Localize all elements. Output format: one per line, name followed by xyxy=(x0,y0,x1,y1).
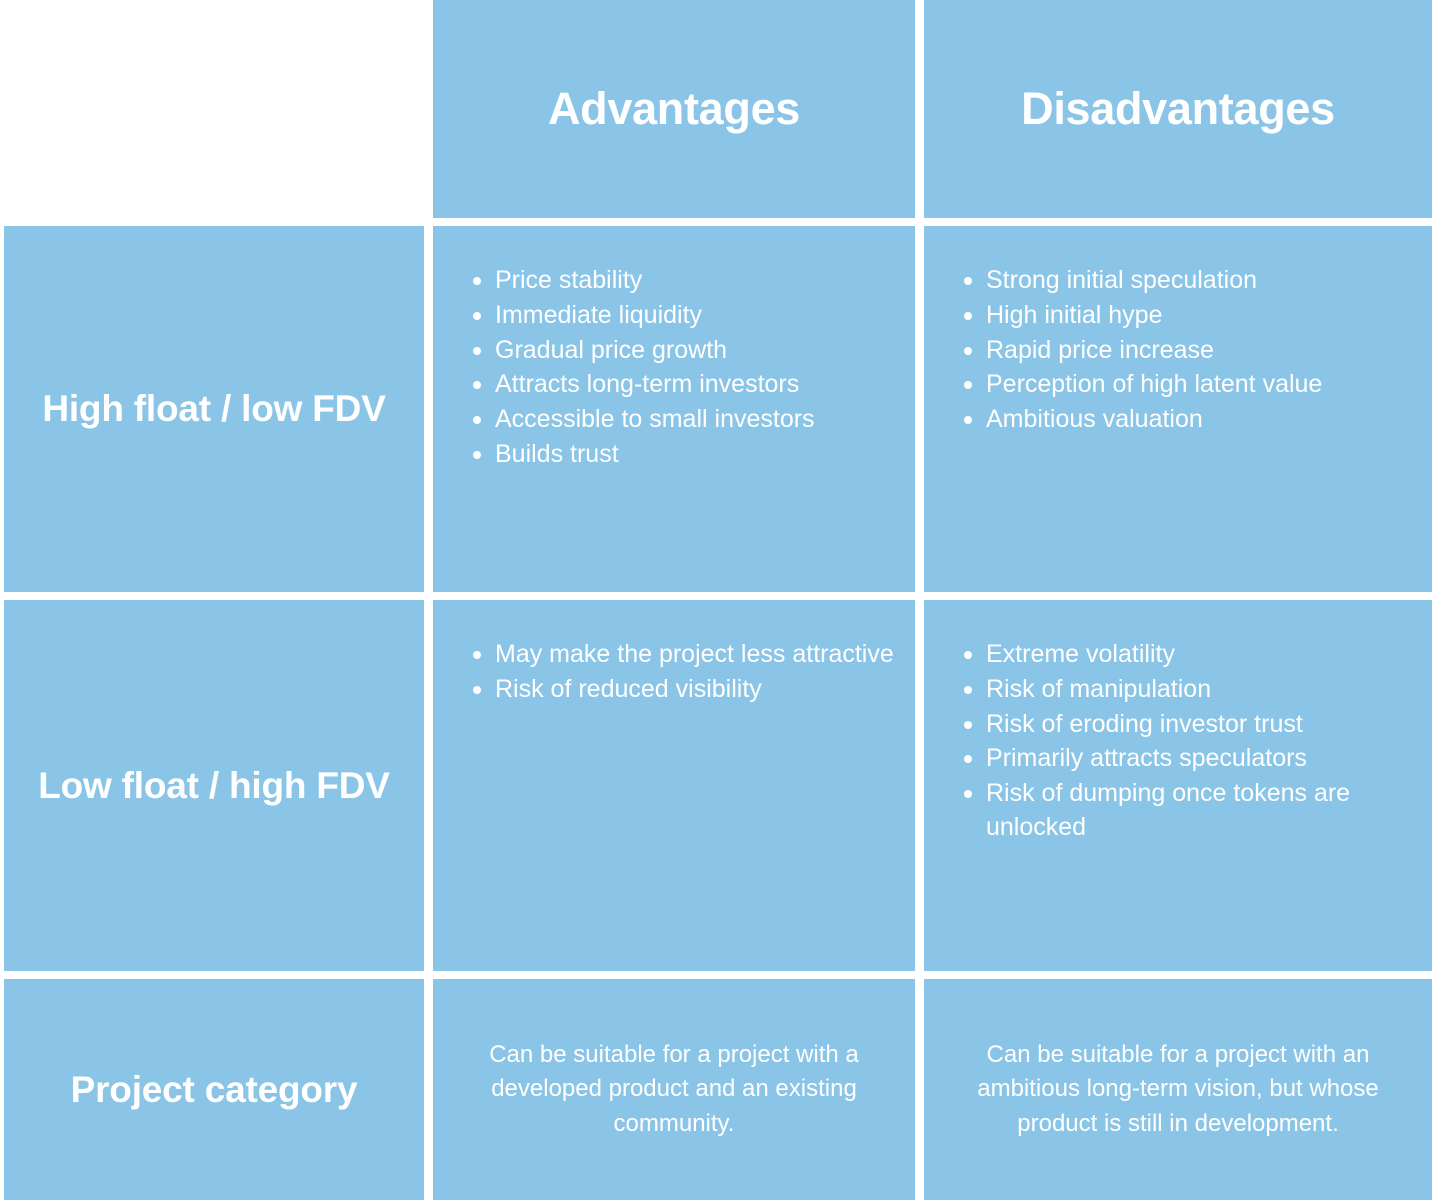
project-category-advantages-text: Can be suitable for a project with a dev… xyxy=(489,1041,859,1137)
list-item: Strong initial speculation xyxy=(964,264,1414,298)
bullet-list-high-float-low-fdv-advantages: Price stability Immediate liquidity Grad… xyxy=(451,264,897,472)
list-item: Builds trust xyxy=(473,438,897,472)
list-item: Ambitious valuation xyxy=(964,403,1414,437)
list-item: Primarily attracts speculators xyxy=(964,742,1414,776)
column-header-advantages-label: Advantages xyxy=(547,83,801,135)
row-label-project-category-text: Project category xyxy=(70,1068,358,1110)
column-header-advantages: Advantages xyxy=(433,0,915,218)
cell-high-float-low-fdv-advantages: Price stability Immediate liquidity Grad… xyxy=(433,226,915,592)
list-item: Rapid price increase xyxy=(964,334,1414,368)
list-item: Risk of eroding investor trust xyxy=(964,708,1414,742)
bullet-list-low-float-high-fdv-disadvantages: Extreme volatility Risk of manipulation … xyxy=(942,638,1414,845)
column-header-disadvantages: Disadvantages xyxy=(924,0,1432,218)
row-label-low-float-high-fdv: Low float / high FDV xyxy=(4,600,424,971)
list-item: Perception of high latent value xyxy=(964,368,1414,402)
list-item: Accessible to small investors xyxy=(473,403,897,437)
row-label-high-float-low-fdv: High float / low FDV xyxy=(4,226,424,592)
list-item: Risk of dumping once tokens are unlocked xyxy=(964,777,1414,845)
list-item: Immediate liquidity xyxy=(473,299,897,333)
cell-high-float-low-fdv-disadvantages: Strong initial speculation High initial … xyxy=(924,226,1432,592)
list-item: Gradual price growth xyxy=(473,334,897,368)
list-item: High initial hype xyxy=(964,299,1414,333)
list-item: Attracts long-term investors xyxy=(473,368,897,402)
bullet-list-high-float-low-fdv-disadvantages: Strong initial speculation High initial … xyxy=(942,264,1414,437)
list-item: Price stability xyxy=(473,264,897,298)
comparison-table: Advantages Disadvantages High float / lo… xyxy=(0,0,1436,1200)
bullet-list-low-float-high-fdv-advantages: May make the project less attractive Ris… xyxy=(451,638,897,707)
list-item: May make the project less attractive xyxy=(473,638,897,672)
cell-low-float-high-fdv-advantages: May make the project less attractive Ris… xyxy=(433,600,915,971)
table-corner-cell xyxy=(4,0,424,218)
cell-low-float-high-fdv-disadvantages: Extreme volatility Risk of manipulation … xyxy=(924,600,1432,971)
list-item: Extreme volatility xyxy=(964,638,1414,672)
list-item: Risk of manipulation xyxy=(964,673,1414,707)
project-category-disadvantages-text: Can be suitable for a project with an am… xyxy=(977,1041,1379,1137)
row-label-high-float-low-fdv-text: High float / low FDV xyxy=(42,388,386,430)
row-label-project-category: Project category xyxy=(4,979,424,1200)
cell-project-category-disadvantages: Can be suitable for a project with an am… xyxy=(924,979,1432,1200)
list-item: Risk of reduced visibility xyxy=(473,673,897,707)
column-header-disadvantages-label: Disadvantages xyxy=(1021,83,1335,135)
row-label-low-float-high-fdv-text: Low float / high FDV xyxy=(38,764,390,806)
cell-project-category-advantages: Can be suitable for a project with a dev… xyxy=(433,979,915,1200)
